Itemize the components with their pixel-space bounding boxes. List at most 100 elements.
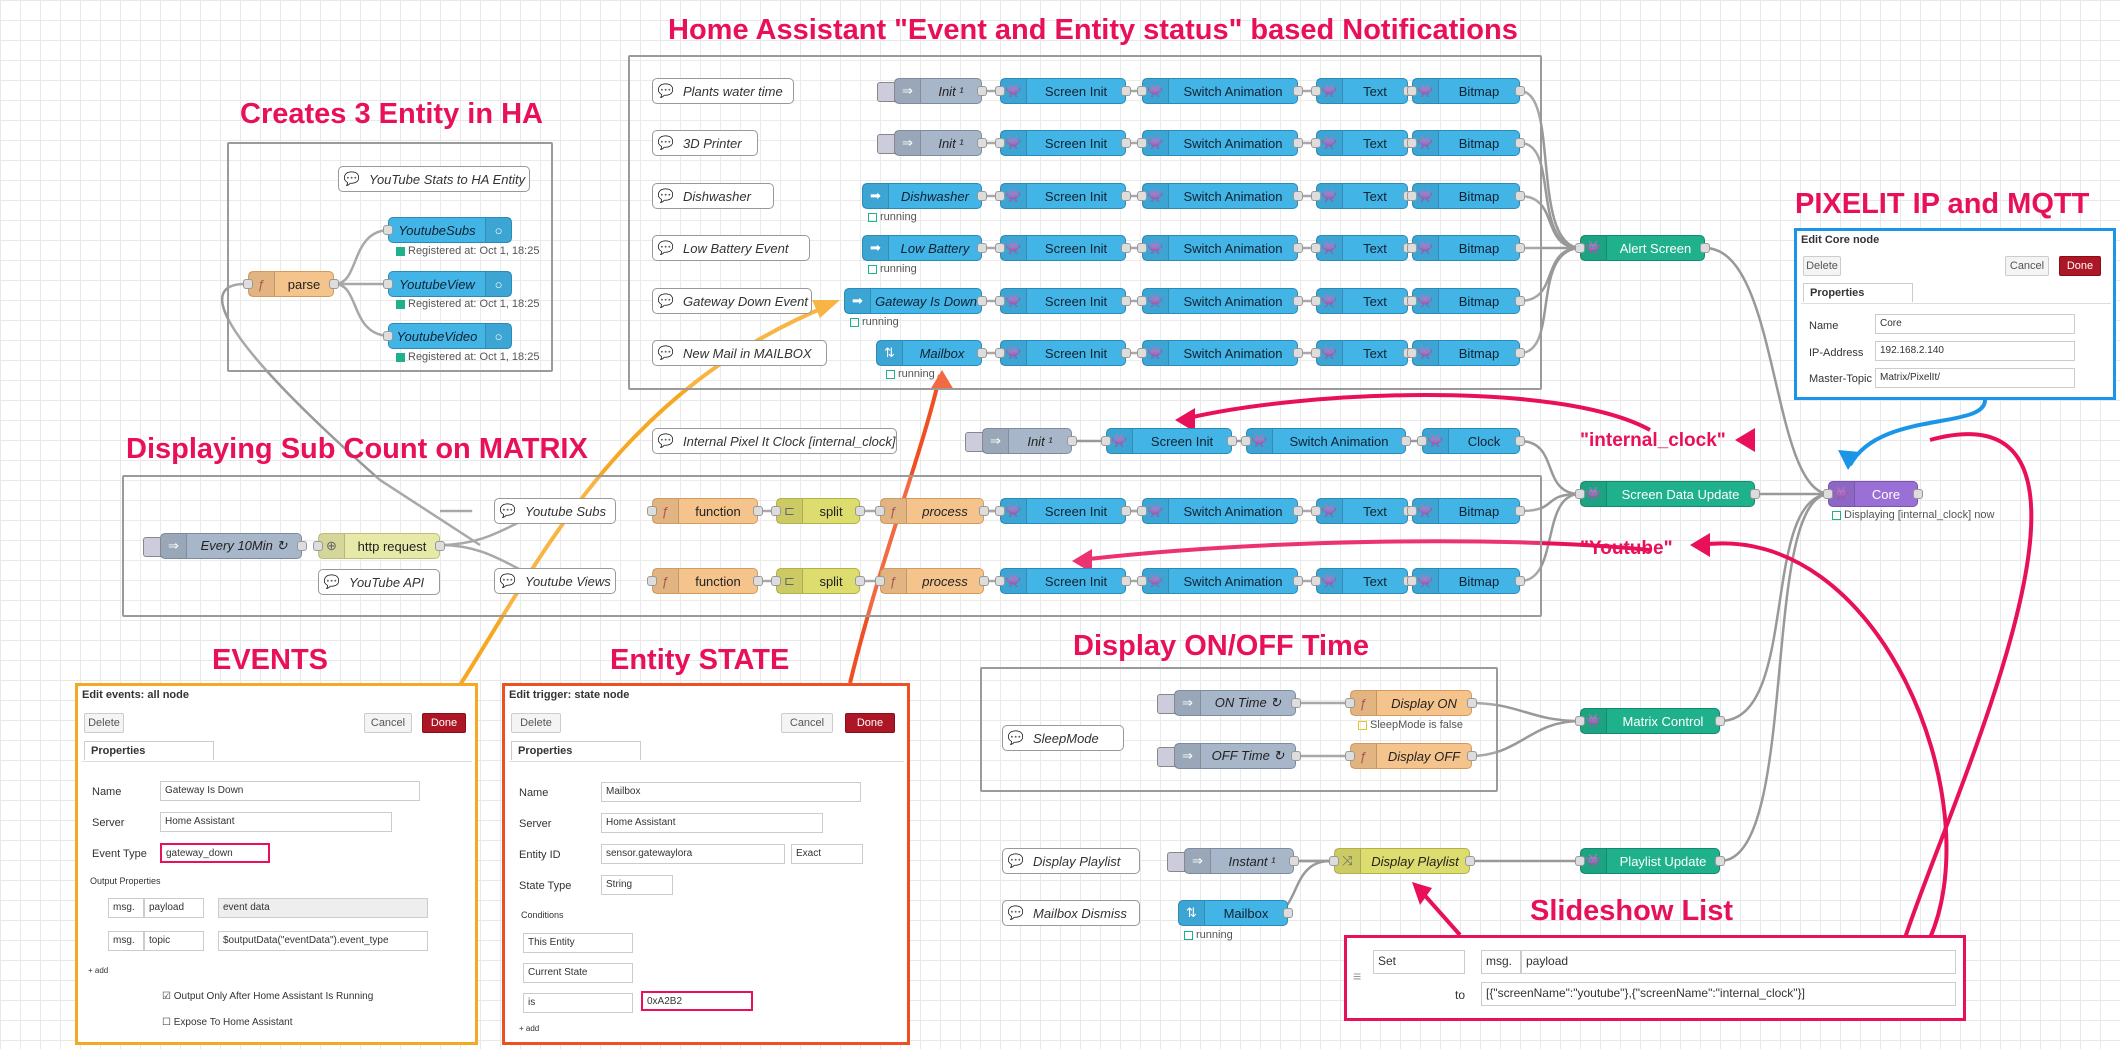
event-dishwasher[interactable]: ➡ Dishwasher: [862, 183, 987, 209]
display-off-node[interactable]: ƒ Display OFF: [1345, 743, 1477, 769]
comment-internal-clock[interactable]: 💬 Internal Pixel It Clock [internal_clock…: [652, 428, 897, 454]
comment-3d-printer[interactable]: 💬 3D Printer: [652, 130, 758, 156]
switch-animation-node[interactable]: 👾 Switch Animation: [1137, 183, 1303, 209]
event-low-battery[interactable]: ➡ Low Battery: [862, 235, 987, 261]
trigger-add-button[interactable]: + add: [519, 1024, 539, 1033]
events-checkbox-2[interactable]: ☐ Expose To Home Assistant: [162, 1017, 293, 1028]
display-on-node[interactable]: ƒ Display ON: [1345, 690, 1477, 716]
core-delete-button[interactable]: Delete: [1803, 256, 1841, 276]
trigger-name-field[interactable]: Mailbox: [601, 782, 861, 802]
trigger-done-button[interactable]: Done: [845, 713, 895, 733]
switch-animation-node[interactable]: 👾 Switch Animation: [1137, 498, 1303, 524]
drag-handle-icon[interactable]: ≡: [1353, 968, 1361, 984]
events-done-button[interactable]: Done: [422, 713, 466, 733]
inject-instant[interactable]: ⇒ Instant ¹: [1167, 848, 1299, 874]
screen-init-node[interactable]: 👾 Screen Init: [995, 288, 1131, 314]
inject-off-time[interactable]: ⇒ OFF Time ↻: [1157, 743, 1301, 769]
http-request-node[interactable]: ⊕ http request: [313, 533, 445, 559]
bitmap-node[interactable]: 👾 Bitmap: [1407, 288, 1525, 314]
text-node[interactable]: 👾 Text: [1311, 288, 1413, 314]
inject-every-10min[interactable]: ⇒ Every 10Min ↻: [143, 533, 307, 559]
text-node[interactable]: 👾 Text: [1311, 78, 1413, 104]
events-val-2[interactable]: $outputData("eventData").event_type: [218, 931, 428, 951]
yt-video-entity[interactable]: YoutubeVideo ○: [383, 323, 512, 349]
trigger-state-select[interactable]: String: [601, 875, 673, 895]
trigger-cond-value[interactable]: 0xA2B2: [641, 991, 753, 1011]
events-delete-button[interactable]: Delete: [84, 713, 124, 733]
comment-yt-stats[interactable]: 💬 YouTube Stats to HA Entity: [338, 166, 530, 192]
comment-display-playlist[interactable]: 💬 Display Playlist: [1002, 848, 1140, 874]
function-views[interactable]: ƒ function: [647, 568, 763, 594]
events-server-select[interactable]: Home Assistant: [160, 812, 392, 832]
comment-low-battery[interactable]: 💬 Low Battery Event: [652, 235, 810, 261]
comment-gateway[interactable]: 💬 Gateway Down Event: [652, 288, 812, 314]
text-node[interactable]: 👾 Text: [1311, 130, 1413, 156]
text-node[interactable]: 👾 Text: [1311, 235, 1413, 261]
comment-mail[interactable]: 💬 New Mail in MAILBOX: [652, 340, 827, 366]
split-views[interactable]: ⊏ split: [771, 568, 865, 594]
trigger-cancel-button[interactable]: Cancel: [781, 713, 833, 733]
comment-yt-api[interactable]: 💬 YouTube API: [318, 569, 440, 595]
bitmap-node[interactable]: 👾 Bitmap: [1407, 130, 1525, 156]
yt-view-entity[interactable]: YoutubeView ○: [383, 271, 512, 297]
function-subs[interactable]: ƒ function: [647, 498, 763, 524]
inject-on-time[interactable]: ⇒ ON Time ↻: [1157, 690, 1301, 716]
bitmap-node[interactable]: 👾 Bitmap: [1407, 340, 1525, 366]
screen-init-clock[interactable]: 👾 Screen Init: [1101, 428, 1237, 454]
text-node[interactable]: 👾 Text: [1311, 498, 1413, 524]
text-node[interactable]: 👾 Text: [1311, 183, 1413, 209]
event-gateway-down[interactable]: ➡ Gateway Is Down: [844, 288, 987, 314]
screen-init-node[interactable]: 👾 Screen Init: [995, 498, 1131, 524]
core-node[interactable]: 👾 Core: [1823, 481, 1923, 507]
events-prop-2[interactable]: topic: [144, 931, 204, 951]
screen-init-node[interactable]: 👾 Screen Init: [995, 130, 1131, 156]
bitmap-node[interactable]: 👾 Bitmap: [1407, 183, 1525, 209]
screen-init-node[interactable]: 👾 Screen Init: [995, 568, 1131, 594]
trigger-mailbox[interactable]: ⇅ Mailbox: [876, 340, 987, 366]
comment-mailbox-dismiss[interactable]: 💬 Mailbox Dismiss: [1002, 900, 1140, 926]
events-add-button[interactable]: + add: [88, 966, 108, 975]
trigger-properties-tab[interactable]: Properties: [511, 741, 641, 760]
events-name-field[interactable]: Gateway Is Down: [160, 781, 420, 801]
events-msg-1[interactable]: msg.: [108, 898, 144, 918]
trigger-cond-3[interactable]: is: [523, 993, 633, 1013]
comment-yt-subs[interactable]: 💬 Youtube Subs: [494, 498, 616, 524]
comment-sleepmode[interactable]: 💬 SleepMode: [1002, 725, 1124, 751]
trigger-delete-button[interactable]: Delete: [511, 713, 561, 733]
playlist-update-node[interactable]: 👾 Playlist Update: [1575, 848, 1725, 874]
trigger-mailbox-2[interactable]: ⇅ Mailbox: [1178, 900, 1293, 926]
bitmap-node[interactable]: 👾 Bitmap: [1407, 235, 1525, 261]
events-checkbox-1[interactable]: ☑ Output Only After Home Assistant Is Ru…: [162, 991, 373, 1002]
trigger-entity-field[interactable]: sensor.gatewaylora: [601, 844, 785, 864]
events-cancel-button[interactable]: Cancel: [364, 713, 412, 733]
screen-init-node[interactable]: 👾 Screen Init: [995, 183, 1131, 209]
screen-data-update-node[interactable]: 👾 Screen Data Update: [1575, 481, 1760, 507]
events-prop-1[interactable]: payload: [144, 898, 204, 918]
inject-init-1[interactable]: ⇒ Init ¹: [877, 78, 987, 104]
switch-animation-node[interactable]: 👾 Switch Animation: [1137, 288, 1303, 314]
trigger-server-select[interactable]: Home Assistant: [601, 813, 823, 833]
screen-init-node[interactable]: 👾 Screen Init: [995, 235, 1131, 261]
text-node[interactable]: 👾 Text: [1311, 568, 1413, 594]
switch-animation-node[interactable]: 👾 Switch Animation: [1137, 235, 1303, 261]
comment-plants[interactable]: 💬 Plants water time: [652, 78, 794, 104]
comment-yt-views[interactable]: 💬 Youtube Views: [494, 568, 616, 594]
events-properties-tab[interactable]: Properties: [84, 741, 214, 760]
bitmap-node[interactable]: 👾 Bitmap: [1407, 498, 1525, 524]
process-views[interactable]: ƒ process: [875, 568, 989, 594]
parse-node[interactable]: ƒ parse: [243, 271, 339, 297]
switch-animation-node[interactable]: 👾 Switch Animation: [1137, 78, 1303, 104]
yt-subs-entity[interactable]: YoutubeSubs ○: [383, 217, 512, 243]
core-properties-tab[interactable]: Properties: [1803, 283, 1913, 302]
clock-node[interactable]: 👾 Clock: [1417, 428, 1525, 454]
alert-screen-node[interactable]: 👾 Alert Screen: [1575, 235, 1710, 261]
inject-init-clock[interactable]: ⇒ Init ¹: [965, 428, 1077, 454]
core-done-button[interactable]: Done: [2059, 256, 2101, 276]
display-playlist-node[interactable]: ⤨ Display Playlist: [1329, 848, 1475, 874]
events-type-field[interactable]: gateway_down: [160, 843, 270, 863]
process-subs[interactable]: ƒ process: [875, 498, 989, 524]
trigger-cond-2[interactable]: Current State: [523, 963, 633, 983]
core-name-field[interactable]: Core: [1875, 314, 2075, 334]
trigger-cond-1[interactable]: This Entity: [523, 933, 633, 953]
core-cancel-button[interactable]: Cancel: [2005, 256, 2049, 276]
